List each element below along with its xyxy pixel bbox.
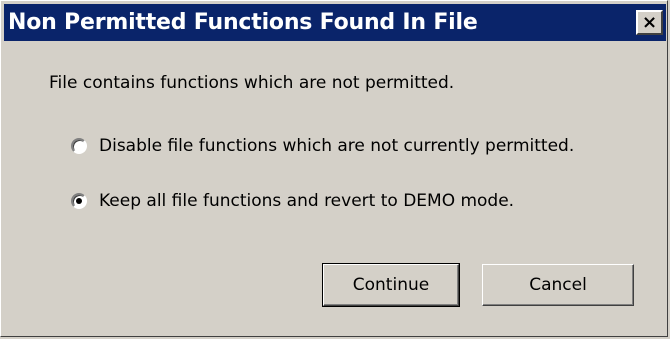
- option-disable-label[interactable]: Disable file functions which are not cur…: [99, 136, 574, 156]
- cancel-button[interactable]: Cancel: [482, 264, 634, 306]
- title-bar[interactable]: Non Permitted Functions Found In File ×: [4, 4, 666, 41]
- continue-button[interactable]: Continue: [322, 263, 460, 307]
- dialog-window: Non Permitted Functions Found In File × …: [0, 0, 668, 337]
- close-icon: ×: [641, 11, 658, 33]
- dialog-message: File contains functions which are not pe…: [49, 73, 455, 93]
- dialog-title: Non Permitted Functions Found In File: [8, 10, 478, 35]
- radio-selected-dot: [76, 198, 82, 204]
- option-keep-functions[interactable]: Keep all file functions and revert to DE…: [71, 191, 514, 211]
- radio-disable-functions[interactable]: [71, 138, 87, 154]
- option-disable-functions[interactable]: Disable file functions which are not cur…: [71, 136, 574, 156]
- close-button[interactable]: ×: [636, 10, 663, 35]
- option-keep-label[interactable]: Keep all file functions and revert to DE…: [99, 191, 514, 211]
- radio-keep-functions[interactable]: [71, 193, 87, 209]
